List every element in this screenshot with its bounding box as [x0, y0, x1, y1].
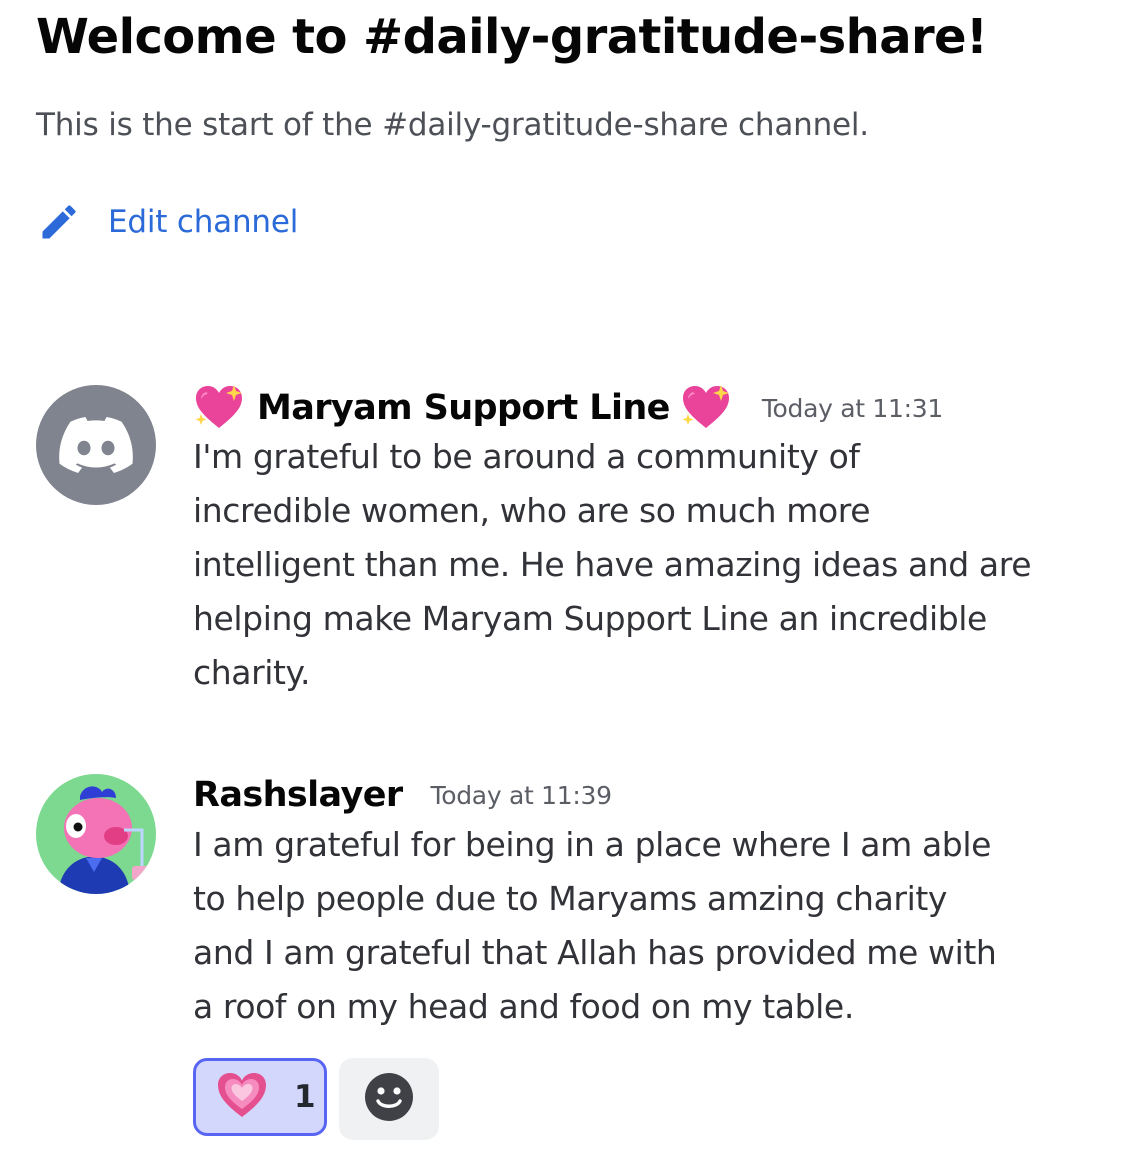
message-line: and I am grateful that Allah has provide…: [193, 933, 997, 972]
message-line: to help people due to Maryams amzing cha…: [193, 879, 948, 918]
message-content: I am grateful for being in a place where…: [193, 818, 1103, 1034]
avatar[interactable]: [36, 774, 156, 894]
edit-channel-label: Edit channel: [108, 204, 299, 240]
discord-logo-icon: [36, 385, 156, 505]
heartpulse-icon: [216, 1071, 268, 1123]
message-header: Rashslayer Today at 11:39: [193, 770, 612, 820]
message-content: I'm grateful to be around a community of…: [193, 430, 1103, 700]
pink-character-icon: [58, 786, 150, 894]
smiley-icon: [363, 1071, 415, 1127]
message-line: I am grateful for being in a place where…: [193, 825, 992, 864]
channel-welcome-subtitle: This is the start of the #daily-gratitud…: [36, 107, 869, 143]
message-line: a roof on my head and food on my table.: [193, 987, 854, 1026]
message-timestamp: Today at 11:39: [430, 780, 612, 810]
message-line: charity.: [193, 653, 311, 692]
message-item: Maryam Support Line Today at 11:31 I'm g…: [36, 383, 1116, 703]
message-line: helping make Maryam Support Line an incr…: [193, 599, 987, 638]
message-header: Maryam Support Line Today at 11:31: [193, 383, 943, 433]
sparkling-heart-icon: [680, 382, 732, 434]
pencil-icon: [36, 199, 82, 245]
reaction-count: 1: [294, 1079, 316, 1115]
channel-welcome-title: Welcome to #daily-gratitude-share!: [36, 9, 988, 65]
message-line: I'm grateful to be around a community of: [193, 437, 860, 476]
message-line: intelligent than me. He have amazing ide…: [193, 545, 1032, 584]
author-name[interactable]: Maryam Support Line: [257, 388, 670, 428]
edit-channel-button[interactable]: Edit channel: [36, 196, 298, 248]
message-item: Rashslayer Today at 11:39 I am grateful …: [36, 770, 1116, 1150]
add-reaction-button[interactable]: [339, 1058, 439, 1140]
reactions-bar: 1: [193, 1058, 439, 1140]
message-line: incredible women, who are so much more: [193, 491, 871, 530]
sparkling-heart-icon: [193, 382, 245, 434]
avatar[interactable]: [36, 385, 156, 505]
author-name[interactable]: Rashslayer: [193, 775, 403, 815]
message-timestamp: Today at 11:31: [761, 393, 943, 423]
reaction-heartpulse[interactable]: 1: [193, 1058, 327, 1136]
